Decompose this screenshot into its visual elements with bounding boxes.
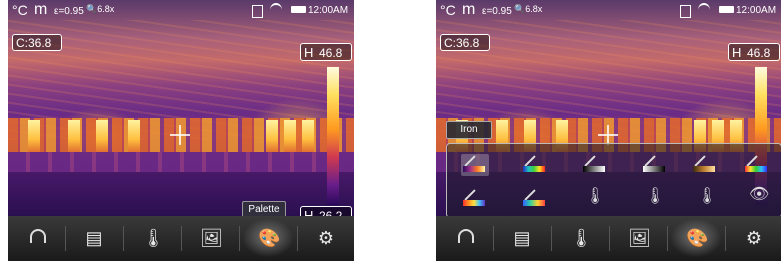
battery-icon [291,6,306,13]
gear-icon: ⚙ [317,228,335,248]
thermal-image [8,0,354,216]
gallery-button[interactable]: 🖼 [182,216,238,261]
palette-button[interactable]: 🎨 [668,216,724,261]
bottom-toolbar: ▤ 🌡 🖼 🎨 ⚙ [8,216,354,261]
thermal-screen-left: °C m ε=0.95 🔍6.8x 12:00AM C:36.8 H46.8 H… [8,0,354,261]
bell-icon [458,229,474,243]
color-scale-bar [327,67,339,205]
bell-icon [30,229,46,243]
mode-label: m [34,1,48,18]
bottom-toolbar: ▤ 🌡 🖼 🎨 ⚙ [436,216,781,261]
wifi-icon [270,3,282,17]
pen-icon [524,155,536,167]
alarm-above-icon[interactable]: 🌡 [585,186,605,208]
center-temp: C:36.8 [12,34,62,51]
palette-icon: 🎨 [258,228,281,248]
palette-panel: 🌡 🌡 🌡 👁 [446,143,781,218]
settings-button[interactable]: ⚙ [298,216,354,261]
display-button[interactable]: ▤ [66,216,122,261]
emissivity-label: ε=0.95 [54,6,84,17]
mode-label: m [462,1,476,18]
display-icon: ▤ [513,228,531,248]
emissivity-label: ε=0.95 [482,6,512,17]
eye-icon[interactable]: 👁 [749,184,769,206]
alarm-interval-icon[interactable]: 🌡 [697,186,717,208]
clock: 12:00AM [736,5,777,16]
palette-button[interactable]: 🎨 [240,216,296,261]
pen-icon [746,155,758,167]
alarm-below-icon[interactable]: 🌡 [645,186,665,208]
palette-iron[interactable] [461,154,489,176]
alarm-button[interactable] [436,216,492,261]
sd-card-icon [252,5,263,18]
wifi-icon [698,3,710,17]
battery-icon [719,6,734,13]
display-icon: ▤ [85,228,103,248]
thermometer-icon: 🌡 [142,228,165,248]
display-button[interactable]: ▤ [494,216,550,261]
pen-icon [524,189,536,201]
crosshair-icon [170,125,190,145]
status-bar: °C m ε=0.95 🔍6.8x 12:00AM [8,0,354,22]
pen-icon [584,155,596,167]
alarm-button[interactable] [8,216,64,261]
settings-button[interactable]: ⚙ [726,216,781,261]
clock: 12:00AM [308,5,349,16]
palette-grey-inverse[interactable] [641,154,669,176]
image-icon: 🖼 [200,228,223,248]
status-bar: °C m ε=0.95 🔍6.8x 12:00AM [436,0,781,22]
max-temp-box: H 46.8 [300,43,352,61]
image-icon: 🖼 [628,228,651,248]
palette-grey[interactable] [581,154,609,176]
zoom-label: 🔍6.8x [514,4,543,14]
gallery-button[interactable]: 🖼 [610,216,666,261]
palette-rainbow[interactable] [521,154,549,176]
crosshair-icon [598,125,618,145]
pen-icon [464,155,476,167]
palette-icon: 🎨 [686,228,709,248]
palette-rainbow-alt[interactable] [521,188,549,210]
max-temp-box: H 46.8 [728,43,780,61]
palette-name-label: Iron [446,121,492,139]
pen-icon [694,155,706,167]
unit-label: °C [12,2,28,18]
center-temp: C:36.8 [440,34,490,51]
thermometer-icon: 🌡 [570,228,593,248]
thermal-screen-right: °C m ε=0.95 🔍6.8x 12:00AM C:36.8 H 46.8 I… [436,0,781,261]
measure-button[interactable]: 🌡 [124,216,180,261]
palette-rainbow-hc[interactable] [743,154,771,176]
measure-button[interactable]: 🌡 [552,216,608,261]
unit-label: °C [440,2,456,18]
pen-icon [464,189,476,201]
sd-card-icon [680,5,691,18]
pen-icon [644,155,656,167]
palette-iron-hc[interactable] [461,188,489,210]
zoom-label: 🔍6.8x [86,4,115,14]
palette-amber[interactable] [691,154,719,176]
gear-icon: ⚙ [745,228,763,248]
